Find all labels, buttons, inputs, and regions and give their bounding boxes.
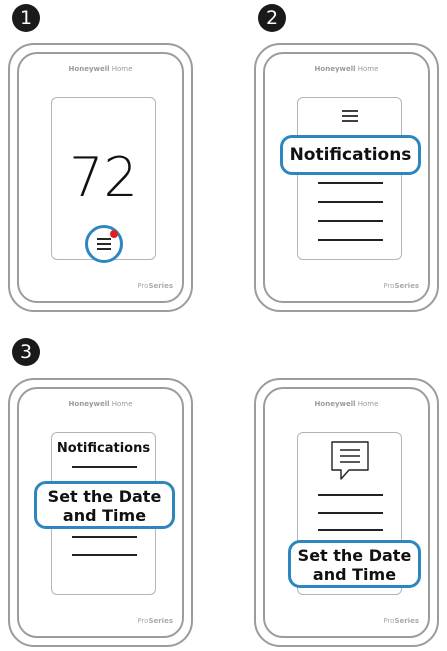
thermostat-panel-2: Honeywell Home Notifications ProSeries	[254, 43, 439, 312]
menu-line	[72, 466, 137, 468]
callout-line: and Time	[62, 506, 147, 525]
series-label: ProSeries	[383, 282, 419, 290]
menu-line	[318, 529, 383, 531]
step-1-badge: 1	[12, 4, 40, 32]
brand-label: Honeywell Home	[314, 65, 379, 73]
callout-line: Set the Date	[297, 546, 412, 565]
thermostat-panel-4: Honeywell Home Set the Date and Time Pro…	[254, 378, 439, 647]
notifications-callout[interactable]: Notifications	[280, 135, 421, 175]
series-label: ProSeries	[137, 282, 173, 290]
callout-line: and Time	[312, 565, 397, 584]
brand-label: Honeywell Home	[314, 400, 379, 408]
menu-icon	[342, 110, 358, 122]
menu-line	[318, 182, 383, 184]
thermostat-screen: 72	[51, 97, 156, 263]
step-3-badge: 3	[12, 338, 40, 366]
menu-button[interactable]	[85, 225, 123, 263]
thermostat-screen	[297, 97, 402, 260]
callout-line: Set the Date	[47, 487, 162, 506]
menu-line	[318, 239, 383, 241]
notifications-title: Notifications	[56, 441, 151, 456]
set-date-time-callout[interactable]: Set the Date and Time	[34, 481, 175, 529]
brand-label: Honeywell Home	[68, 65, 133, 73]
menu-line	[318, 220, 383, 222]
series-label: ProSeries	[383, 617, 419, 625]
menu-line	[318, 201, 383, 203]
thermostat-panel-1: Honeywell Home 72 ProSeries	[8, 43, 193, 312]
brand-label: Honeywell Home	[68, 400, 133, 408]
notification-dot-icon	[110, 230, 118, 238]
menu-line	[72, 554, 137, 556]
menu-line	[318, 494, 383, 496]
thermostat-panel-3: Honeywell Home Notifications Set the Dat…	[8, 378, 193, 647]
set-date-time-callout[interactable]: Set the Date and Time	[288, 540, 421, 588]
menu-line	[318, 512, 383, 514]
temperature-display: 72	[69, 146, 138, 209]
step-2-badge: 2	[258, 4, 286, 32]
message-bubble-icon	[331, 441, 369, 480]
series-label: ProSeries	[137, 617, 173, 625]
menu-line	[72, 536, 137, 538]
